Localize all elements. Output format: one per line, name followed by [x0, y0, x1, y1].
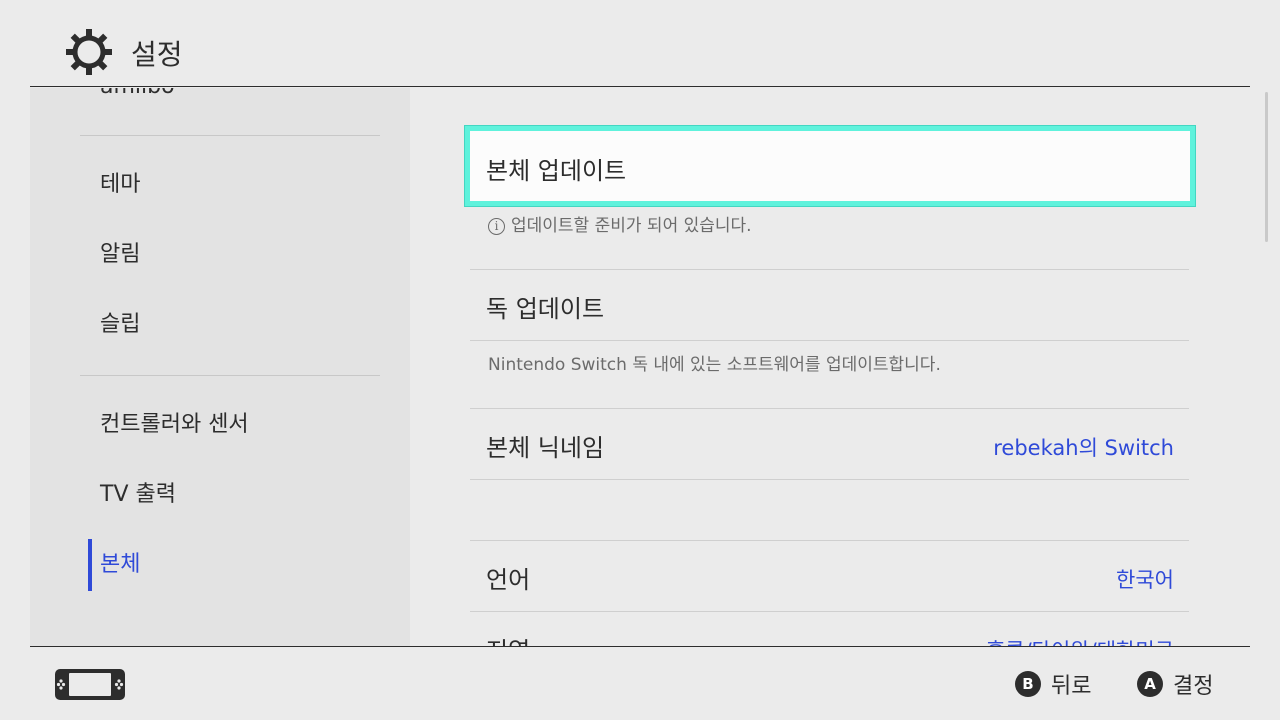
nickname-value: rebekah의 Switch — [993, 436, 1174, 460]
ok-label: 결정 — [1173, 674, 1214, 699]
back-label: 뒤로 — [1051, 674, 1092, 699]
system-update-button[interactable]: 본체 업데이트 — [465, 126, 1195, 206]
sidebar-item-system[interactable]: 본체 — [100, 545, 140, 585]
back-button[interactable]: B 뒤로 — [1015, 669, 1091, 699]
sidebar-item-amiibo[interactable]: amiibo — [100, 87, 175, 107]
sidebar-item-theme[interactable]: 테마 — [100, 165, 140, 205]
ok-button[interactable]: A 결정 — [1137, 669, 1213, 699]
region-value: 홍콩/타이완/대한민국 — [986, 635, 1174, 646]
scrollbar[interactable] — [1265, 92, 1268, 242]
header-divider — [30, 86, 1250, 87]
footer-divider — [30, 646, 1250, 647]
header: 설정 — [0, 0, 1280, 88]
language-label[interactable]: 언어 — [486, 560, 530, 595]
dock-update-button[interactable]: 독 업데이트 — [486, 289, 604, 324]
system-update-desc-text: 업데이트할 준비가 되어 있습니다. — [511, 216, 752, 236]
row-divider — [470, 340, 1189, 341]
sidebar-item-tv-output[interactable]: TV 출력 — [100, 475, 176, 515]
sidebar-item-notifications[interactable]: 알림 — [100, 235, 140, 275]
sidebar-divider — [80, 375, 380, 376]
active-indicator — [88, 539, 92, 591]
info-icon: i — [488, 217, 505, 235]
b-button-icon: B — [1015, 671, 1041, 697]
nickname-label[interactable]: 본체 닉네임 — [486, 428, 604, 463]
row-divider — [470, 611, 1189, 612]
system-update-label: 본체 업데이트 — [486, 157, 627, 185]
sidebar-item-controllers[interactable]: 컨트롤러와 센서 — [100, 405, 249, 445]
row-divider — [470, 479, 1189, 480]
sidebar-divider — [80, 135, 380, 136]
console-icon — [55, 669, 125, 700]
gear-icon — [66, 29, 112, 75]
footer: B 뒤로 A 결정 — [0, 647, 1280, 720]
page-title: 설정 — [131, 38, 183, 71]
main-panel: 본체 업데이트 i 업데이트할 준비가 되어 있습니다. 독 업데이트 Ninte… — [410, 87, 1250, 646]
region-label[interactable]: 지역 — [486, 631, 530, 646]
a-button-icon: A — [1137, 671, 1163, 697]
row-divider — [470, 408, 1189, 409]
language-value: 한국어 — [1116, 568, 1174, 592]
sidebar: amiibo 테마 알림 슬립 컨트롤러와 센서 TV 출력 본체 — [30, 87, 410, 646]
system-update-desc: i 업데이트할 준비가 되어 있습니다. — [488, 211, 752, 236]
row-divider — [470, 540, 1189, 541]
sidebar-item-sleep[interactable]: 슬립 — [100, 305, 140, 345]
dock-update-desc: Nintendo Switch 독 내에 있는 소프트웨어를 업데이트합니다. — [488, 355, 941, 375]
row-divider — [470, 269, 1189, 270]
